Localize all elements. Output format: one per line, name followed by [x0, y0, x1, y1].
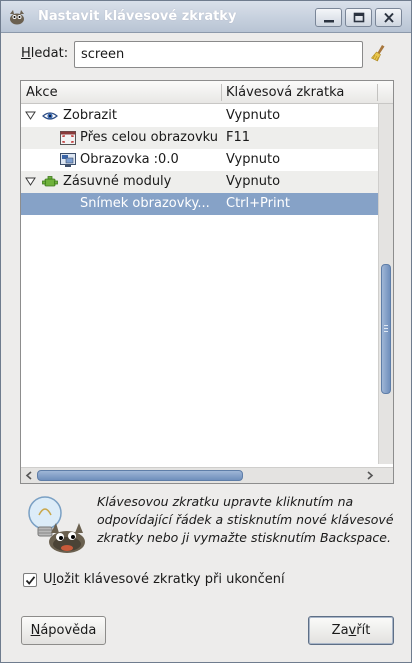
close-button[interactable]: Zavřít: [308, 616, 394, 645]
minimize-button[interactable]: [315, 8, 342, 27]
shortcut-label: Ctrl+Print: [226, 196, 290, 211]
column-header-shortcut[interactable]: Klávesová zkratka: [226, 85, 344, 100]
tree-row-zobrazit[interactable]: Zobrazit Vypnuto: [21, 105, 378, 127]
column-separator: [221, 84, 222, 101]
window-title: Nastavit klávesové zkratky: [38, 9, 237, 24]
help-button[interactable]: Nápověda: [21, 616, 106, 645]
clear-broom-icon[interactable]: [370, 44, 388, 64]
shortcuts-dialog: Nastavit klávesové zkratky Hledat: Akce …: [0, 0, 412, 663]
action-label: Snímek obrazovky...: [80, 196, 210, 211]
horizontal-scroll-thumb[interactable]: [37, 470, 243, 481]
tree-row-screen[interactable]: Obrazovka :0.0 Vypnuto: [21, 149, 378, 171]
fullscreen-icon: [60, 131, 76, 145]
close-icon: [384, 12, 394, 23]
shortcut-label: Vypnuto: [226, 174, 281, 189]
tree-header: Akce Klávesová zkratka: [21, 81, 393, 104]
expander-open-icon[interactable]: [25, 177, 36, 186]
maximize-icon: [353, 12, 365, 23]
vertical-scrollbar[interactable]: [378, 104, 393, 464]
hint-text: Klávesovou zkratku upravte kliknutím na …: [97, 494, 394, 545]
plugin-icon: [42, 176, 58, 187]
horizontal-scrollbar[interactable]: [21, 467, 393, 483]
tree-row-fullscreen[interactable]: Přes celou obrazovku F11: [21, 127, 378, 149]
close-window-button[interactable]: [375, 8, 402, 27]
scroll-right-icon[interactable]: [362, 468, 377, 483]
checkmark-icon: [25, 576, 36, 585]
eye-icon: [42, 112, 58, 120]
vertical-scroll-thumb[interactable]: [381, 264, 391, 394]
screen-icon: [60, 153, 76, 167]
shortcut-label: Vypnuto: [226, 108, 281, 123]
action-label: Přes celou obrazovku: [80, 130, 219, 145]
minimize-icon: [324, 20, 334, 23]
titlebar[interactable]: Nastavit klávesové zkratky: [1, 1, 411, 33]
gimp-app-icon[interactable]: [8, 8, 26, 26]
tree-row-screenshot[interactable]: Snímek obrazovky... Ctrl+Print: [21, 193, 378, 215]
shortcut-label: F11: [226, 130, 251, 145]
expander-open-icon[interactable]: [25, 111, 36, 120]
column-separator: [377, 84, 378, 101]
search-label: Hledat:: [21, 46, 69, 61]
tree-row-plugins[interactable]: Zásuvné moduly Vypnuto: [21, 171, 378, 193]
scroll-left-icon[interactable]: [22, 468, 37, 483]
search-input[interactable]: [74, 41, 363, 68]
action-label: Zobrazit: [63, 108, 117, 123]
maximize-button[interactable]: [345, 8, 372, 27]
shortcut-label: Vypnuto: [226, 152, 281, 167]
action-label: Obrazovka :0.0: [80, 152, 179, 167]
column-header-action[interactable]: Akce: [26, 85, 58, 100]
save-on-exit-label: Uložit klávesové zkratky při ukončení: [43, 572, 285, 587]
lightbulb-wilber-icon: [28, 496, 85, 553]
action-label: Zásuvné moduly: [63, 174, 172, 189]
save-on-exit-checkbox[interactable]: [23, 573, 37, 587]
shortcuts-tree[interactable]: Akce Klávesová zkratka Zobrazit Vypnuto …: [20, 80, 394, 484]
